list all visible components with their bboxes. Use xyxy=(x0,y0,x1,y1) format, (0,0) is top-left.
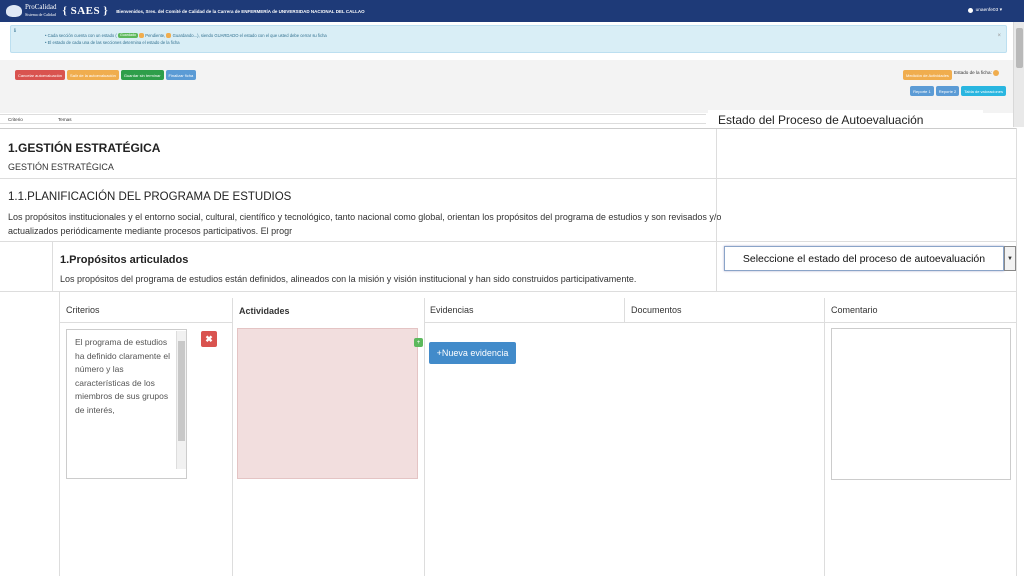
section-subtitle: GESTIÓN ESTRATÉGICA xyxy=(8,162,114,172)
pill-guardado: Guardado xyxy=(117,33,138,39)
form-status: Estado de la ficha: xyxy=(954,70,1000,76)
criterion-scrollbar[interactable] xyxy=(176,331,186,469)
cancel-evaluation-button[interactable]: Cancelar autoevaluación xyxy=(15,70,66,80)
save-draft-button[interactable]: Guardar sin terminar xyxy=(120,70,164,80)
comentario-header: Comentario xyxy=(825,298,1016,323)
divider xyxy=(424,298,425,576)
pill-pendiente xyxy=(139,33,145,39)
evidencias-header: Evidencias xyxy=(424,298,624,323)
section-title: 1.GESTIÓN ESTRATÉGICA xyxy=(8,141,161,155)
item-text: Los propósitos del programa de estudios … xyxy=(60,274,637,284)
exit-evaluation-button[interactable]: Salir de la autoevaluación xyxy=(67,70,119,80)
procalidad-logo[interactable]: ProCalidad Sistema de Calidad { SAES } xyxy=(6,4,108,18)
toolbar-right: Medición de Actividades xyxy=(903,70,952,80)
finish-form-button[interactable]: Finalizar ficha xyxy=(165,70,197,80)
delete-criterion-button[interactable]: ✖ xyxy=(201,331,217,347)
subsection-text-2: actualizados periódicamente mediante pro… xyxy=(8,226,293,236)
page-scrollbar[interactable] xyxy=(1013,22,1024,127)
alert-text-b: Pendiente, xyxy=(145,33,166,38)
chevron-down-icon[interactable]: ▼ xyxy=(1004,246,1016,271)
criteria-table-header: Criterio Temas xyxy=(0,114,706,124)
status-dot-icon xyxy=(993,70,1000,76)
close-icon[interactable]: × xyxy=(997,33,1001,39)
divider xyxy=(716,129,717,292)
info-icon: ℹ xyxy=(14,28,16,34)
alert-text-a: Cada sección cuenta con un estado ( xyxy=(47,33,117,38)
logo-mark-icon xyxy=(6,5,22,17)
top-navbar: ProCalidad Sistema de Calidad { SAES } B… xyxy=(0,0,1024,22)
documentos-header: Documentos xyxy=(625,298,824,323)
criterios-header: Criterios xyxy=(60,298,232,323)
toolbar-left: Cancelar autoevaluación Salir de la auto… xyxy=(15,70,197,80)
alert-line1: • Cada sección cuenta con un estado ( Gu… xyxy=(45,33,327,39)
add-activity-icon[interactable]: + xyxy=(414,338,423,347)
criterion-scrollbar-thumb[interactable] xyxy=(178,341,185,441)
logo-line1: ProCalidad xyxy=(25,3,57,11)
subsection-title: 1.1.PLANIFICACIÓN DEL PROGRAMA DE ESTUDI… xyxy=(8,191,292,203)
toolbar-panel xyxy=(0,60,1013,113)
subsection-text-1: Los propósitos institucionales y el ento… xyxy=(8,212,722,222)
scrollbar-thumb[interactable] xyxy=(1016,28,1023,68)
alert-line2-text: El estado de cada una de las secciones d… xyxy=(47,40,180,45)
col-criterio: Criterio xyxy=(8,117,23,122)
user-icon xyxy=(967,8,973,13)
pill-guardando xyxy=(166,33,172,39)
welcome-message: Bienvenidos, Sres. del Comité de Calidad… xyxy=(116,8,365,14)
section-row: 1.GESTIÓN ESTRATÉGICA GESTIÓN ESTRATÉGIC… xyxy=(0,129,1024,179)
evaluation-status-title: Estado del Proceso de Autoevaluación xyxy=(708,110,983,128)
measure-activities-button[interactable]: Medición de Actividades xyxy=(903,70,952,80)
divider xyxy=(52,242,53,291)
item-title: 1.Propósitos articulados xyxy=(60,254,189,266)
user-name: unaenfe03 ▾ xyxy=(975,8,1002,13)
logo-line2: Sistema de Calidad xyxy=(25,12,56,17)
ratings-table-button[interactable]: Tabla de valoraciones xyxy=(961,86,1006,96)
right-gutter xyxy=(1016,128,1024,576)
alert-line2: • El estado de cada una de las secciones… xyxy=(45,40,180,45)
col-temas: Temas xyxy=(58,117,72,122)
logo-text: ProCalidad Sistema de Calidad xyxy=(25,4,57,18)
divider xyxy=(232,298,233,576)
new-evidence-button[interactable]: +Nueva evidencia xyxy=(429,342,516,364)
comment-textarea[interactable] xyxy=(831,328,1011,480)
subsection-row: 1.1.PLANIFICACIÓN DEL PROGRAMA DE ESTUDI… xyxy=(0,179,1024,242)
divider xyxy=(59,292,60,576)
actividades-header: Actividades xyxy=(233,298,424,323)
activities-textarea[interactable] xyxy=(237,328,418,479)
info-alert: ℹ • Cada sección cuenta con un estado ( … xyxy=(10,25,1007,53)
form-status-label: Estado de la ficha: xyxy=(954,70,992,76)
report2-button[interactable]: Reporte 2 xyxy=(935,86,960,96)
saes-logo: { SAES } xyxy=(62,5,109,17)
criterion-textarea[interactable]: El programa de estudios ha definido clar… xyxy=(66,329,187,479)
alert-text-c: Guardando...), siendo GUARDADO el estado… xyxy=(172,33,327,38)
evaluation-status-select[interactable]: Seleccione el estado del proceso de auto… xyxy=(724,246,1004,271)
user-menu[interactable]: unaenfe03 ▾ xyxy=(967,8,1002,13)
report-buttons: Reporte 1 Reporte 2 Tabla de valoracione… xyxy=(910,86,1006,96)
divider xyxy=(824,298,825,576)
report1-button[interactable]: Reporte 1 xyxy=(910,86,934,96)
